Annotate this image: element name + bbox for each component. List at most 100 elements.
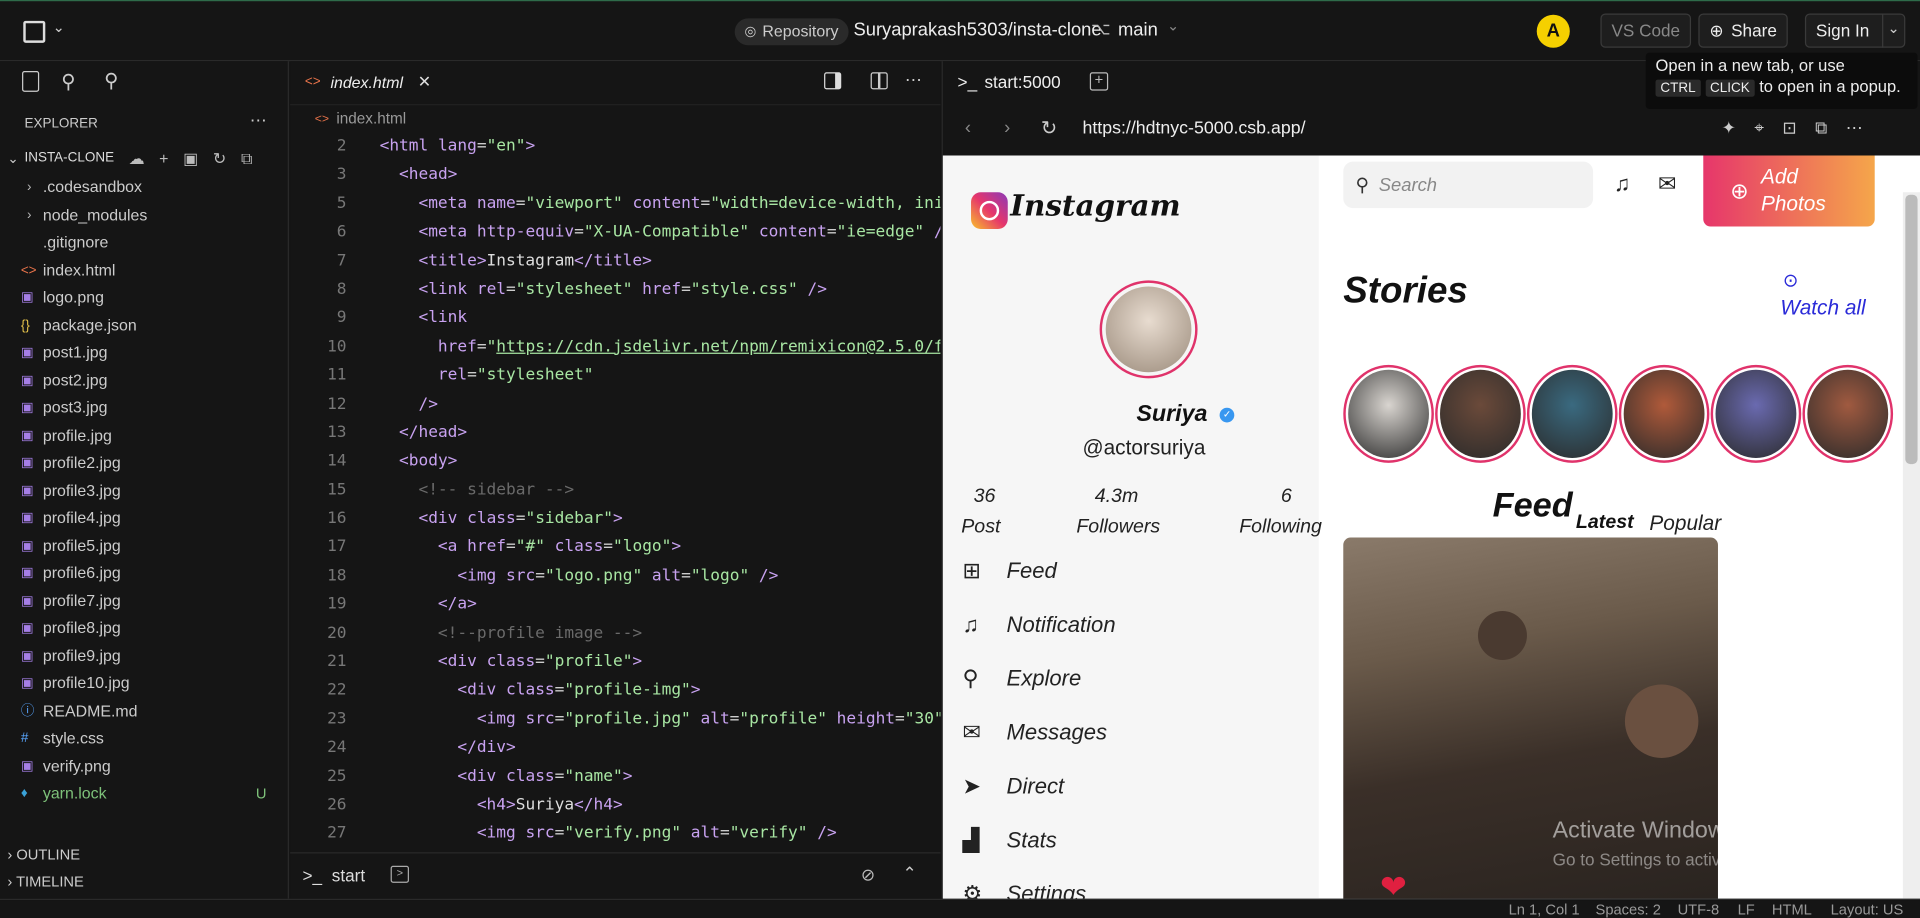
chevron-up-icon[interactable]: ⌃ — [902, 863, 916, 884]
nav-messages[interactable]: ✉ Messages — [962, 714, 1107, 751]
code-line[interactable]: 5 <meta name="viewport" content="width=d… — [290, 190, 941, 219]
keyboard-layout[interactable]: Layout: US — [1831, 901, 1904, 918]
code-line[interactable]: 18 <img src="logo.png" alt="logo" /> — [290, 562, 940, 591]
avatar[interactable]: A — [1536, 14, 1570, 48]
vscode-button[interactable]: VS Code — [1600, 13, 1692, 48]
code-line[interactable]: 16 <div class="sidebar"> — [290, 505, 940, 534]
instagram-logo-text[interactable]: Instagram — [1010, 187, 1180, 223]
file-item[interactable]: ▣ profile10.jpg — [0, 670, 289, 698]
story-avatar[interactable] — [1710, 364, 1802, 463]
code-line[interactable]: 19 </a> — [290, 591, 940, 620]
code-line[interactable]: 13 </head> — [290, 419, 940, 448]
share-button[interactable]: ⊕ Share — [1698, 13, 1788, 48]
menu-square-icon[interactable] — [23, 20, 46, 43]
file-item[interactable]: ▣ profile6.jpg — [0, 560, 289, 588]
more-icon[interactable]: ⋯ — [250, 110, 267, 131]
source-control-icon[interactable]: ⚲ — [104, 69, 118, 93]
file-item[interactable]: ▣ profile4.jpg — [0, 504, 289, 532]
bell-icon[interactable]: ♫ — [1614, 171, 1631, 197]
terminal-tab-start[interactable]: >_ start — [302, 866, 365, 886]
code-line[interactable]: 14 <body> — [290, 447, 940, 476]
profile-avatar[interactable] — [1099, 280, 1198, 379]
file-item[interactable]: {} package.json — [0, 312, 289, 340]
code-line[interactable]: 10 href="https://cdn.jsdelivr.net/npm/re… — [290, 333, 940, 362]
terminal-icon[interactable]: > — [390, 865, 409, 883]
split-editor-icon[interactable] — [870, 72, 888, 90]
files-icon[interactable] — [22, 71, 40, 92]
watch-all-link[interactable]: Watch all — [1780, 296, 1865, 320]
cursor-position[interactable]: Ln 1, Col 1 — [1509, 901, 1580, 918]
search-bar[interactable]: ⚲ Search — [1343, 161, 1594, 209]
project-chevron-icon[interactable]: ⌄ — [7, 151, 18, 167]
scrollbar[interactable] — [1902, 192, 1920, 899]
file-item[interactable]: ▣ post3.jpg — [0, 394, 289, 422]
nav-notification[interactable]: ♫ Notification — [962, 606, 1115, 643]
story-avatar[interactable] — [1343, 364, 1434, 463]
indentation[interactable]: Spaces: 2 — [1596, 901, 1661, 918]
toggle-sidebar-icon[interactable] — [824, 72, 842, 90]
code-line[interactable]: 25 <div class="name"> — [290, 762, 940, 791]
story-avatar[interactable] — [1618, 364, 1710, 463]
repository-badge[interactable]: ◎ Repository — [734, 18, 849, 46]
story-avatar[interactable] — [1802, 364, 1894, 463]
chevron-down-icon[interactable]: ⌄ — [53, 18, 65, 35]
code-line[interactable]: 8 <link rel="stylesheet" href="style.css… — [290, 275, 940, 304]
editor-more-icon[interactable]: ⋯ — [905, 70, 922, 91]
close-icon[interactable]: ✕ — [418, 72, 431, 92]
language-mode[interactable]: HTML — [1772, 901, 1812, 918]
folder-item[interactable]: › node_modules — [0, 201, 289, 229]
explorer-actions[interactable]: ☁+▣↻⧉ — [129, 149, 267, 169]
branch-chevron-icon[interactable]: ⌄ — [1167, 17, 1179, 34]
code-line[interactable]: 22 <div class="profile-img"> — [290, 676, 940, 705]
file-item[interactable]: ▣ profile2.jpg — [0, 449, 289, 477]
eol[interactable]: LF — [1738, 901, 1755, 918]
url-field[interactable]: https://hdtnyc-5000.csb.app/ — [1082, 119, 1305, 139]
back-icon[interactable]: ‹ — [965, 118, 971, 139]
code-lines[interactable]: 2 <html lang="en"> 3 <head> 5 <meta name="v… — [290, 132, 940, 852]
code-line[interactable]: 12 /> — [290, 390, 940, 419]
clear-icon[interactable]: ⊘ — [861, 864, 875, 885]
file-item[interactable]: .gitignore — [0, 229, 289, 257]
code-line[interactable]: 9 <link — [290, 304, 940, 333]
nav-feed[interactable]: ⊞ Feed — [962, 552, 1056, 589]
file-item[interactable]: # style.css — [0, 725, 289, 753]
file-item[interactable]: ♦ yarn.lock U — [0, 780, 289, 808]
code-line[interactable]: 17 <a href="#" class="logo"> — [290, 533, 940, 562]
instagram-logo-icon[interactable] — [971, 192, 1008, 229]
code-line[interactable]: 20 <!--profile image --> — [290, 619, 940, 648]
add-photos-button[interactable]: ⊕ Add Photos — [1703, 155, 1875, 227]
story-avatar[interactable] — [1526, 364, 1618, 463]
file-item[interactable]: ▣ profile9.jpg — [0, 642, 289, 670]
nav-explore[interactable]: ⚲ Explore — [962, 660, 1081, 697]
file-item[interactable]: ▣ profile3.jpg — [0, 477, 289, 505]
branch-name[interactable]: main — [1118, 20, 1158, 41]
nav-settings[interactable]: ⚙ Settings — [962, 876, 1086, 899]
mail-icon[interactable]: ✉ — [1658, 171, 1676, 197]
tab-index-html[interactable]: <> index.html ✕ — [305, 72, 431, 92]
outline-section[interactable]: › OUTLINE — [7, 841, 80, 869]
file-item[interactable]: ▣ post1.jpg — [0, 339, 289, 367]
story-avatar[interactable] — [1435, 364, 1526, 463]
browser-tab[interactable]: >_ start:5000 — [958, 72, 1061, 92]
file-item[interactable]: ▣ profile.jpg — [0, 422, 289, 450]
code-line[interactable]: 3 <head> — [290, 161, 940, 190]
code-line[interactable]: 7 <title>Instagram</title> — [290, 247, 940, 276]
feed-tab-latest[interactable]: Latest — [1576, 512, 1634, 534]
browser-tools[interactable]: ✦⌖⊡⧉⋯ — [1722, 118, 1882, 139]
file-item[interactable]: ▣ profile8.jpg — [0, 615, 289, 643]
file-item[interactable]: ⓘ README.md — [0, 697, 289, 725]
encoding[interactable]: UTF-8 — [1678, 901, 1720, 918]
feed-tab-popular[interactable]: Popular — [1649, 512, 1721, 536]
reload-icon[interactable]: ↻ — [1041, 116, 1057, 140]
code-line[interactable]: 24 </div> — [290, 734, 940, 763]
code-line[interactable]: 23 <img src="profile.jpg" alt="profile" … — [290, 705, 940, 734]
add-tab-icon[interactable]: + — [1089, 72, 1109, 91]
file-item[interactable]: <> index.html — [0, 257, 289, 285]
code-line[interactable]: 26 <h4>Suriya</h4> — [290, 791, 940, 820]
sign-in-chevron-icon[interactable]: ⌄ — [1882, 13, 1904, 48]
nav-stats[interactable]: ▟ Stats — [962, 822, 1056, 859]
file-item[interactable]: ▣ profile7.jpg — [0, 587, 289, 615]
code-line[interactable]: 21 <div class="profile"> — [290, 648, 940, 677]
code-line[interactable]: 11 rel="stylesheet" — [290, 361, 940, 390]
file-item[interactable]: ▣ verify.png — [0, 752, 289, 780]
